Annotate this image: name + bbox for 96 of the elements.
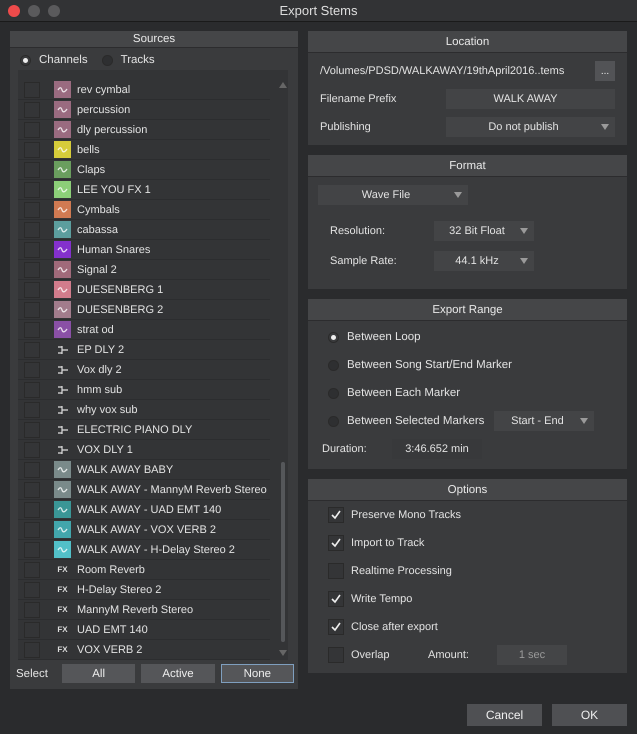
checkmark-icon: [330, 509, 342, 521]
zoom-button[interactable]: [48, 5, 60, 17]
panel-header: Sources: [10, 31, 298, 48]
option-label: Import to Track: [351, 537, 424, 549]
source-name[interactable]: DUESENBERG 1: [77, 284, 164, 296]
radio-option[interactable]: Channels: [20, 54, 88, 66]
minimize-button[interactable]: [28, 5, 40, 17]
panel-header: Location: [308, 31, 627, 53]
fx-label: FX: [56, 624, 69, 636]
select-button[interactable]: Active: [141, 664, 215, 683]
source-name[interactable]: WALK AWAY - H-Delay Stereo 2: [77, 544, 235, 556]
close-button[interactable]: [8, 5, 20, 17]
caret-icon: [580, 418, 588, 424]
source-name[interactable]: hmm sub: [77, 384, 122, 396]
dialog-button[interactable]: OK: [552, 704, 627, 726]
checkbox[interactable]: [328, 619, 344, 635]
scroll-down-icon[interactable]: [279, 650, 287, 656]
source-name[interactable]: strat od: [77, 324, 114, 336]
field-label: Sample Rate:: [330, 255, 398, 267]
browse-button[interactable]: ...: [595, 61, 615, 81]
source-name[interactable]: WALK AWAY - MannyM Reverb Stereo: [77, 484, 267, 496]
source-name[interactable]: VOX DLY 1: [77, 444, 133, 456]
bus-icon: [56, 364, 68, 374]
source-name[interactable]: Human Snares: [77, 244, 150, 256]
panel-header: Format: [308, 155, 627, 177]
source-name[interactable]: Signal 2: [77, 264, 117, 276]
resolution-dropdown[interactable]: 32 Bit Float: [434, 221, 534, 241]
radio-option[interactable]: Between Loop: [328, 331, 421, 343]
radio-option[interactable]: Tracks: [102, 54, 155, 66]
source-name[interactable]: bells: [77, 144, 100, 156]
fx-label: FX: [56, 564, 69, 576]
radio-option[interactable]: Between Song Start/End Marker: [328, 359, 512, 371]
panel-header: Options: [308, 479, 627, 501]
fx-label: FX: [56, 584, 69, 596]
source-name[interactable]: Vox dly 2: [77, 364, 122, 376]
source-name[interactable]: percussion: [77, 104, 130, 116]
prefix-field[interactable]: WALK AWAY: [446, 89, 615, 109]
source-name[interactable]: EP DLY 2: [77, 344, 124, 356]
checkbox[interactable]: [328, 507, 344, 523]
radio-option[interactable]: Between Selected Markers: [328, 415, 484, 427]
checkbox[interactable]: [328, 535, 344, 551]
sample-rate-dropdown[interactable]: 44.1 kHz: [434, 251, 534, 271]
panel-header: Export Range: [308, 299, 627, 321]
caret-icon: [520, 258, 528, 264]
option-label: Overlap: [351, 649, 391, 661]
option-label: Close after export: [351, 621, 438, 633]
source-name[interactable]: Room Reverb: [77, 564, 145, 576]
source-name[interactable]: H-Delay Stereo 2: [77, 584, 162, 596]
bus-icon: [56, 444, 68, 454]
path-text: /Volumes/PDSD/WALKAWAY/19thApril2016..tems: [320, 65, 566, 77]
source-name[interactable]: dly percussion: [77, 124, 148, 136]
caret-icon: [454, 192, 462, 198]
option-label: Realtime Processing: [351, 565, 452, 577]
source-name[interactable]: WALK AWAY - VOX VERB 2: [77, 524, 216, 536]
checkbox[interactable]: [328, 591, 344, 607]
checkmark-icon: [330, 621, 342, 633]
option-label: Write Tempo: [351, 593, 412, 605]
bus-icon: [56, 404, 68, 414]
caret-icon: [601, 124, 609, 130]
checkmark-icon: [330, 593, 342, 605]
field-label: Publishing: [320, 121, 372, 133]
file-type-dropdown[interactable]: Wave File: [318, 185, 468, 205]
option-label: Preserve Mono Tracks: [351, 509, 462, 521]
bus-icon: [56, 344, 68, 354]
source-name[interactable]: Claps: [77, 164, 106, 176]
select-label: Select: [16, 668, 49, 680]
field-label: Filename Prefix: [320, 93, 398, 105]
scroll-up-icon[interactable]: [279, 82, 287, 88]
source-name[interactable]: LEE YOU FX 1: [77, 184, 151, 196]
fx-label: FX: [56, 604, 69, 616]
fx-label: FX: [56, 644, 69, 656]
markers-dropdown[interactable]: Start - End: [494, 411, 594, 431]
source-name[interactable]: WALK AWAY BABY: [77, 464, 174, 476]
source-name[interactable]: WALK AWAY - UAD EMT 140: [77, 504, 222, 516]
radio-option[interactable]: Between Each Marker: [328, 387, 460, 399]
field-label: Resolution:: [330, 225, 386, 237]
amount-label: Amount:: [428, 649, 470, 661]
source-name[interactable]: rev cymbal: [77, 84, 130, 96]
checkmark-icon: [330, 537, 342, 549]
source-name[interactable]: ELECTRIC PIANO DLY: [77, 424, 192, 436]
source-name[interactable]: cabassa: [77, 224, 118, 236]
source-name[interactable]: Cymbals: [77, 204, 120, 216]
window-title: Export Stems: [279, 3, 358, 18]
source-name[interactable]: UAD EMT 140: [77, 624, 148, 636]
dialog-button[interactable]: Cancel: [467, 704, 542, 726]
bus-icon: [56, 384, 68, 394]
publishing-dropdown[interactable]: Do not publish: [446, 117, 615, 137]
source-name[interactable]: why vox sub: [77, 404, 138, 416]
select-button[interactable]: None: [220, 664, 294, 683]
source-name[interactable]: DUESENBERG 2: [77, 304, 164, 316]
caret-icon: [520, 228, 528, 234]
bus-icon: [56, 424, 68, 434]
duration-label: Duration:: [322, 443, 368, 455]
source-name[interactable]: VOX VERB 2: [77, 644, 142, 656]
select-button[interactable]: All: [62, 664, 136, 683]
source-name[interactable]: MannyM Reverb Stereo: [77, 604, 194, 616]
